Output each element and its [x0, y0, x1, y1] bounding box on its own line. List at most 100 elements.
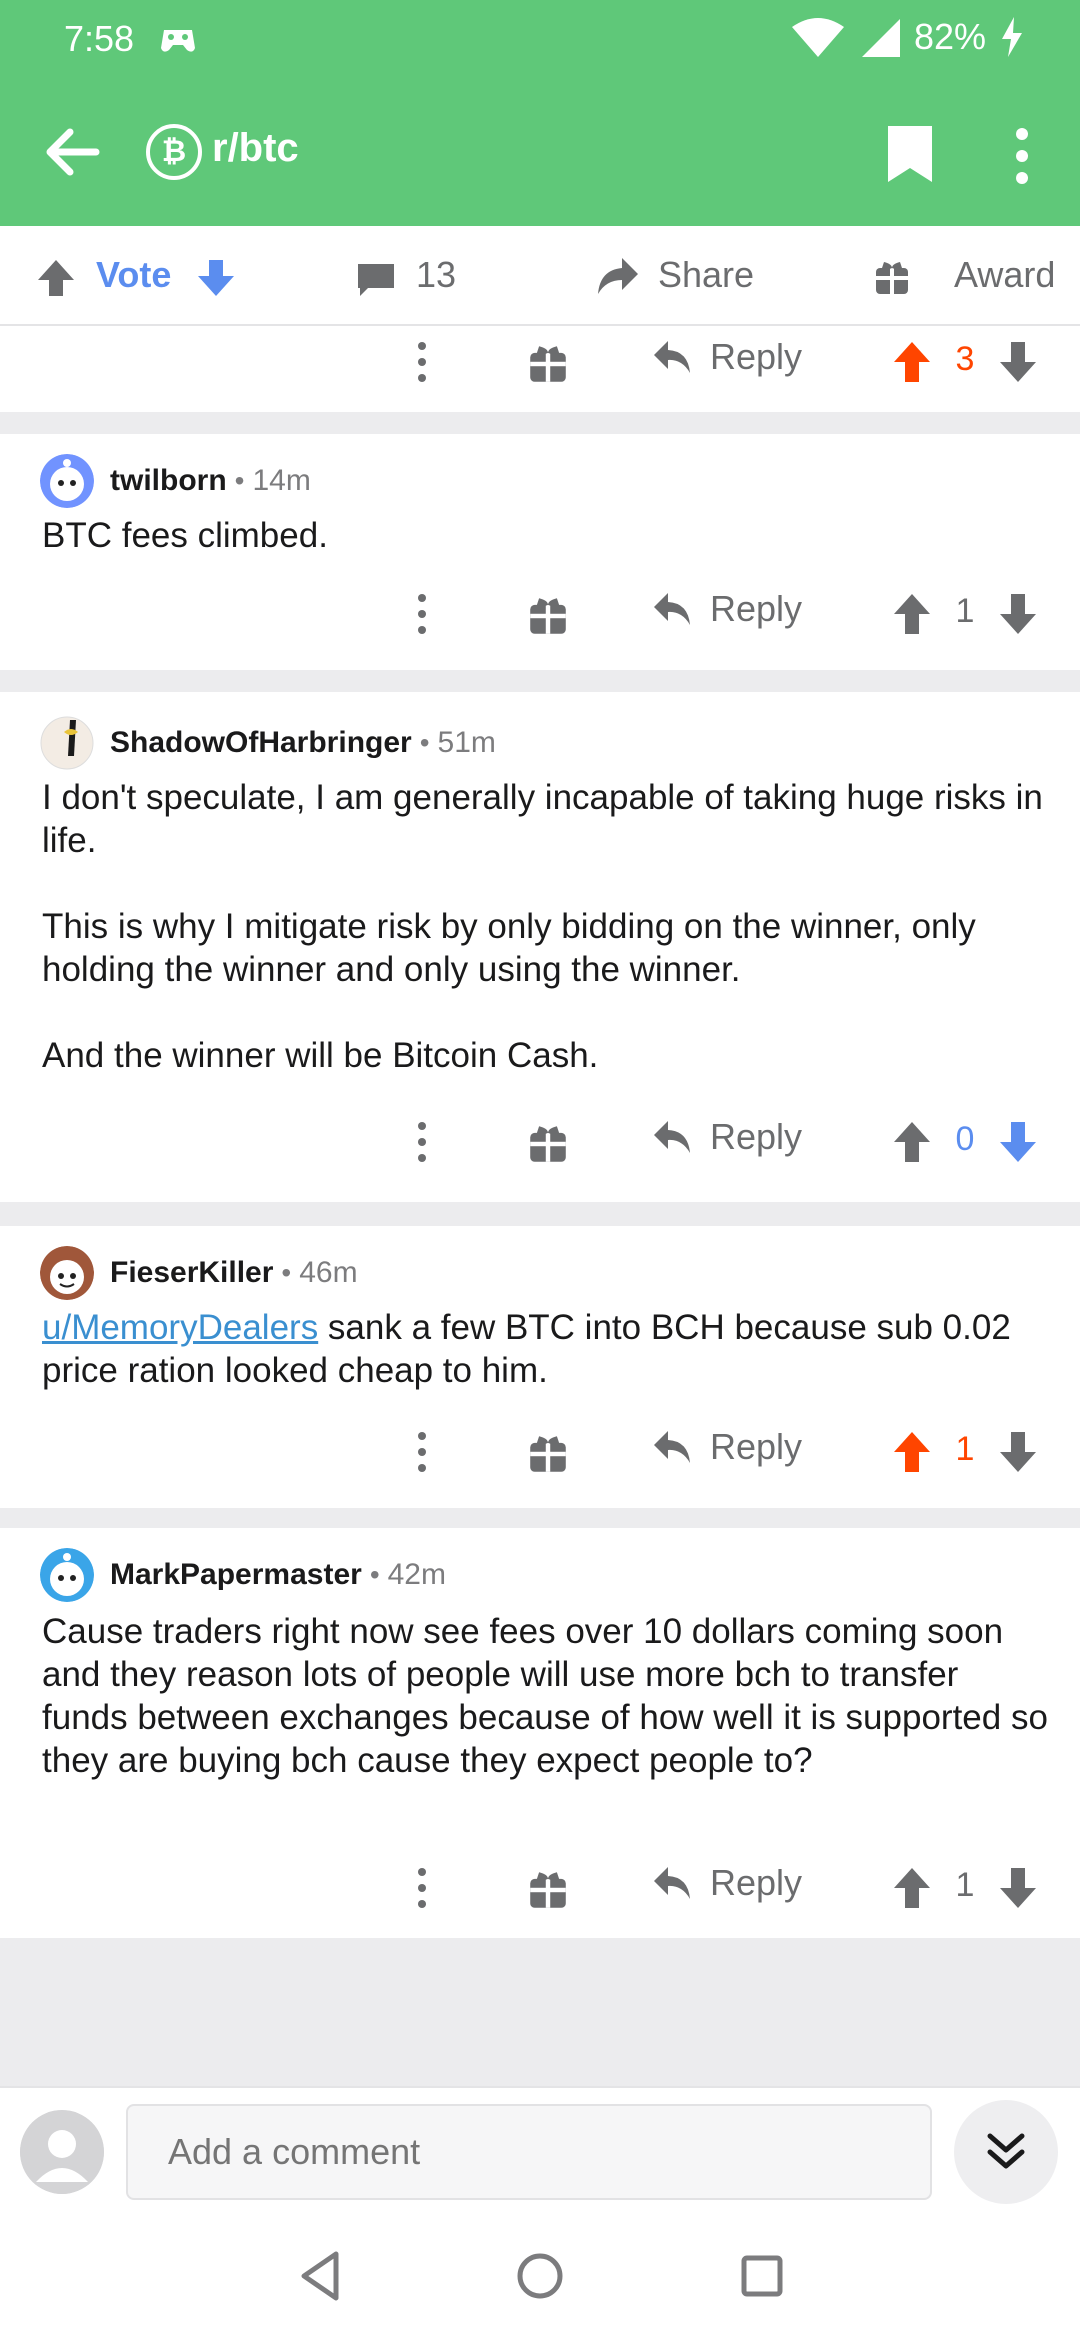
user-avatar[interactable] [20, 2110, 104, 2194]
reply-icon [654, 1431, 690, 1463]
downvote-icon[interactable] [998, 1430, 1038, 1474]
separator-dot: • [281, 1257, 292, 1288]
comment-controls: Reply 1 [0, 1858, 1080, 1918]
upvote-icon[interactable] [892, 1120, 932, 1164]
reply-icon [654, 1867, 690, 1899]
overflow-menu-icon[interactable] [1000, 120, 1044, 192]
comment-body: u/MemoryDealers sank a few BTC into BCH … [42, 1306, 1052, 1392]
status-bar: 7:58 82% [0, 0, 1080, 80]
comment-header: MarkPapermaster • 42m [40, 1548, 446, 1602]
avatar[interactable] [40, 454, 94, 508]
downvote-icon[interactable] [998, 340, 1038, 384]
upvote-icon[interactable] [892, 592, 932, 636]
more-options-icon[interactable] [414, 1430, 430, 1474]
reply-label: Reply [710, 1116, 803, 1157]
score: 1 [955, 592, 975, 630]
gift-icon[interactable] [874, 260, 910, 296]
downvote-icon[interactable] [998, 1120, 1038, 1164]
reply-label: Reply [710, 1862, 803, 1903]
gift-icon[interactable] [528, 1434, 568, 1474]
comment-author[interactable]: ShadowOfHarbringer [110, 726, 412, 760]
upvote-icon[interactable] [892, 1430, 932, 1474]
downvote-icon[interactable] [998, 592, 1038, 636]
comment-author[interactable]: MarkPapermaster [110, 1558, 362, 1592]
comment-paragraph: BTC fees climbed. [42, 516, 328, 555]
comment-header: FieserKiller • 46m [40, 1246, 358, 1300]
nav-home-icon[interactable] [510, 2246, 570, 2306]
system-nav-bar [0, 2216, 1080, 2340]
double-chevron-down-icon [987, 2133, 1025, 2169]
more-options-icon[interactable] [414, 592, 430, 636]
subreddit-name[interactable]: r/btc [212, 126, 299, 171]
status-right: 82% [790, 16, 1024, 58]
separator-dot: • [234, 465, 245, 496]
add-comment-input[interactable] [126, 2104, 932, 2200]
score: 1 [955, 1866, 975, 1904]
comment-paragraph: This is why I mitigate risk by only bidd… [42, 907, 976, 989]
comment-composer [0, 2086, 1080, 2216]
comment-card: ShadowOfHarbringer • 51m I don't specula… [0, 692, 1080, 1202]
comment-card: twilborn • 14m BTC fees climbed. Reply 1 [0, 434, 1080, 670]
avatar[interactable] [40, 716, 94, 770]
app-header: 7:58 82% ₿ r/btc [0, 0, 1080, 226]
collapse-button[interactable] [954, 2100, 1058, 2204]
comment-paragraph: u/MemoryDealers sank a few BTC into BCH … [42, 1306, 1052, 1392]
more-options-icon[interactable] [414, 1120, 430, 1164]
comment-controls: Reply 1 [0, 584, 1080, 644]
gift-icon[interactable] [528, 596, 568, 636]
upvote-icon[interactable] [892, 340, 932, 384]
vote-label[interactable]: Vote [96, 254, 171, 296]
avatar[interactable] [40, 1548, 94, 1602]
charging-icon [1002, 17, 1022, 57]
upvote-icon[interactable] [892, 1866, 932, 1910]
reply-button[interactable]: Reply [652, 1426, 802, 1468]
comment-controls: Reply 3 [0, 332, 1080, 392]
separator-dot: • [419, 727, 430, 758]
comment-age: 46m [299, 1256, 358, 1289]
bookmark-icon[interactable] [880, 124, 940, 184]
back-arrow-icon[interactable] [36, 116, 108, 188]
award-label[interactable]: Award [954, 254, 1055, 296]
share-icon[interactable] [596, 256, 640, 296]
gift-icon[interactable] [528, 344, 568, 384]
comment-icon [358, 264, 394, 296]
comment-card: FieserKiller • 46m u/MemoryDealers sank … [0, 1226, 1080, 1508]
user-mention-link[interactable]: u/MemoryDealers [42, 1308, 318, 1347]
nav-recents-icon[interactable] [732, 2246, 792, 2306]
bitcoin-icon: ₿ [146, 124, 202, 180]
downvote-icon[interactable] [998, 1866, 1038, 1910]
comment-author[interactable]: FieserKiller [110, 1256, 273, 1290]
downvote-icon[interactable] [196, 258, 236, 298]
comment-controls: Reply 0 [0, 1112, 1080, 1172]
reply-label: Reply [710, 336, 803, 377]
gamepad-icon [161, 30, 195, 52]
app-bar: ₿ r/btc [0, 80, 1080, 226]
share-label[interactable]: Share [658, 254, 754, 296]
comment-paragraph: And the winner will be Bitcoin Cash. [42, 1036, 599, 1075]
reply-button[interactable]: Reply [652, 1116, 802, 1158]
comment-author[interactable]: twilborn [110, 464, 227, 498]
reply-button[interactable]: Reply [652, 1862, 802, 1904]
reply-button[interactable]: Reply [652, 588, 802, 630]
score: 0 [955, 1120, 975, 1158]
gift-icon[interactable] [528, 1870, 568, 1910]
reply-icon [654, 341, 690, 373]
separator-dot: • [369, 1559, 380, 1590]
more-options-icon[interactable] [414, 340, 430, 384]
upvote-icon[interactable] [36, 258, 76, 298]
avatar[interactable] [40, 1246, 94, 1300]
score: 3 [955, 340, 975, 378]
gift-icon[interactable] [528, 1124, 568, 1164]
more-options-icon[interactable] [414, 1866, 430, 1910]
reply-label: Reply [710, 1426, 803, 1467]
reply-button[interactable]: Reply [652, 336, 802, 378]
nav-back-icon[interactable] [292, 2246, 352, 2306]
comment-body: Cause traders right now see fees over 10… [42, 1610, 1052, 1782]
battery-level: 82% [913, 16, 986, 57]
comment-card: MarkPapermaster • 42m Cause traders righ… [0, 1528, 1080, 1938]
comment-header: twilborn • 14m [40, 454, 311, 508]
post-action-bar: Vote 13 Share Award [0, 226, 1080, 326]
comment-count[interactable]: 13 [416, 254, 456, 296]
comment-body: BTC fees climbed. [42, 514, 1052, 557]
comment-paragraph: I don't speculate, I am generally incapa… [42, 778, 1043, 860]
